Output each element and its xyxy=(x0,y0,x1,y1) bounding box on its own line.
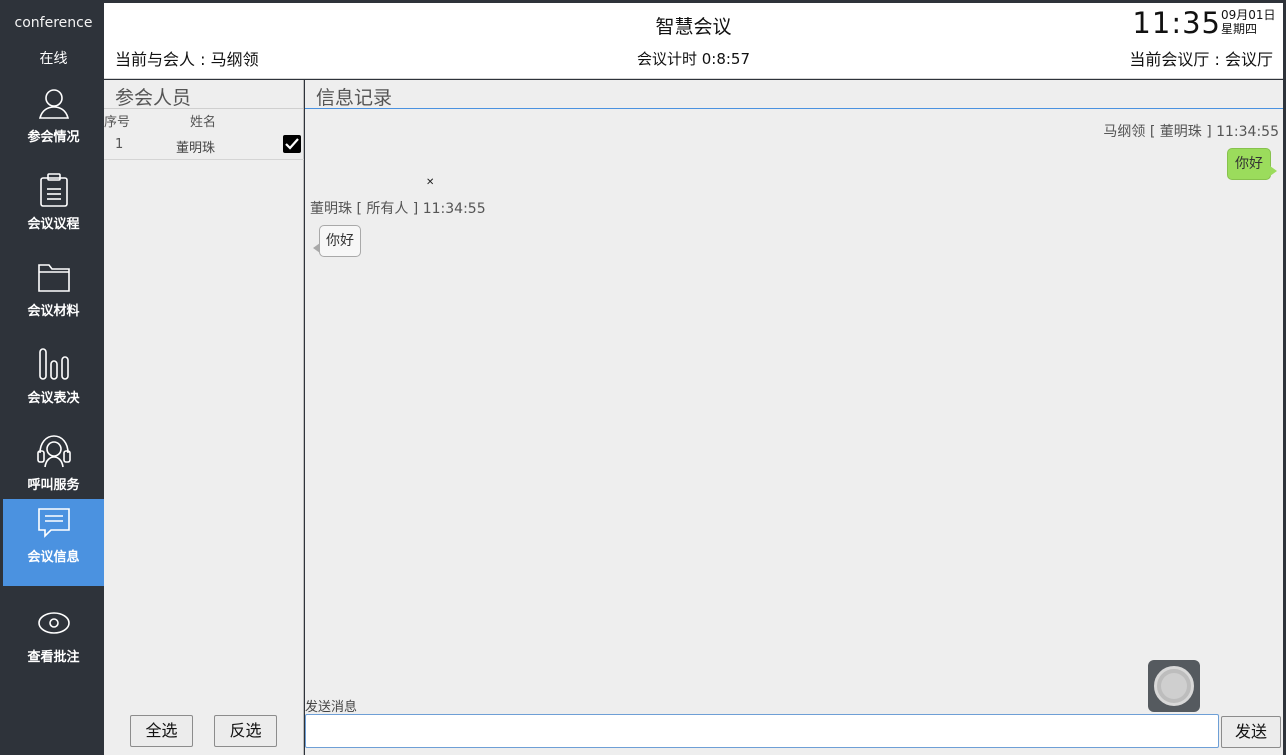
sidebar-item-attendance[interactable]: 参会情况 xyxy=(3,79,104,166)
online-status: 在线 xyxy=(39,51,68,67)
sidebar-item-agenda[interactable]: 会议议程 xyxy=(3,166,104,253)
sidebar-item-annotations[interactable]: 查看批注 xyxy=(3,599,104,686)
participants-header: 参会人员 xyxy=(104,80,303,109)
row-name: 董明珠 xyxy=(176,141,216,156)
floating-assist-button[interactable] xyxy=(1148,660,1200,712)
table-row[interactable]: 1 董明珠 xyxy=(104,132,304,160)
person-icon xyxy=(34,83,74,123)
sidebar-item-label: 呼叫服务 xyxy=(27,478,80,493)
column-header-name: 姓名 xyxy=(190,115,217,130)
sidebar-item-materials[interactable]: 会议材料 xyxy=(3,253,104,340)
bar-chart-icon xyxy=(34,344,74,384)
participants-panel: 参会人员 序号 姓名 1 董明珠 全选 反选 xyxy=(104,80,304,755)
date: 09月01日 xyxy=(1221,8,1276,22)
send-message-label: 发送消息 xyxy=(305,700,358,715)
current-room: 当前会议厅 : 会议厅 xyxy=(1129,50,1273,69)
folder-icon xyxy=(34,257,74,297)
headset-icon xyxy=(34,431,74,471)
message-bubble-incoming: 你好 xyxy=(313,225,361,257)
date-display: 09月01日 星期四 xyxy=(1221,8,1279,36)
messages-header: 信息记录 xyxy=(305,80,1283,109)
sidebar-item-voting[interactable]: 会议表决 xyxy=(3,340,104,427)
cursor-icon: ✕ xyxy=(426,177,435,188)
invert-selection-button[interactable]: 反选 xyxy=(214,715,277,747)
sidebar-item-label: 查看批注 xyxy=(27,650,80,665)
sidebar: conference 在线 参会情况 会议议程 会议材料 会议表决 呼叫服务 会… xyxy=(3,3,104,755)
message-icon xyxy=(34,503,74,543)
brand-label: conference xyxy=(14,15,93,31)
messages-panel: 信息记录 马纲领 [ 董明珠 ] 11:34:55 你好 ✕ 董明珠 [ 所有人… xyxy=(305,80,1283,755)
row-checkbox[interactable] xyxy=(283,135,301,153)
sidebar-item-label: 会议材料 xyxy=(27,304,80,319)
page-title: 智慧会议 xyxy=(655,16,732,38)
send-button[interactable]: 发送 xyxy=(1221,716,1281,748)
app-window: conference 在线 参会情况 会议议程 会议材料 会议表决 呼叫服务 会… xyxy=(0,0,1286,755)
meeting-timer: 会议计时 0:8:57 xyxy=(636,50,751,68)
sidebar-item-label: 会议信息 xyxy=(27,550,80,565)
header: 智慧会议 当前与会人 : 马纲领 会议计时 0:8:57 当前会议厅 : 会议厅… xyxy=(104,3,1283,79)
sidebar-item-label: 会议议程 xyxy=(27,217,80,232)
message-input[interactable] xyxy=(305,714,1219,748)
column-header-number: 序号 xyxy=(104,115,131,130)
clipboard-icon xyxy=(34,170,74,210)
select-all-button[interactable]: 全选 xyxy=(130,715,193,747)
message-meta: 董明珠 [ 所有人 ] 11:34:55 xyxy=(310,201,486,217)
panel-title: 参会人员 xyxy=(115,87,192,109)
sidebar-item-label: 参会情况 xyxy=(27,130,80,145)
clock: 11:35 xyxy=(1132,6,1221,40)
message-meta: 马纲领 [ 董明珠 ] 11:34:55 xyxy=(1103,124,1279,140)
eye-icon xyxy=(34,603,74,643)
message-bubble-outgoing: 你好 xyxy=(1227,148,1277,180)
sidebar-item-messages[interactable]: 会议信息 xyxy=(3,499,104,586)
panel-title: 信息记录 xyxy=(316,87,393,109)
assist-ring-icon xyxy=(1154,666,1194,706)
sidebar-item-label: 会议表决 xyxy=(27,391,80,406)
weekday: 星期四 xyxy=(1221,22,1258,36)
row-number: 1 xyxy=(115,137,124,152)
